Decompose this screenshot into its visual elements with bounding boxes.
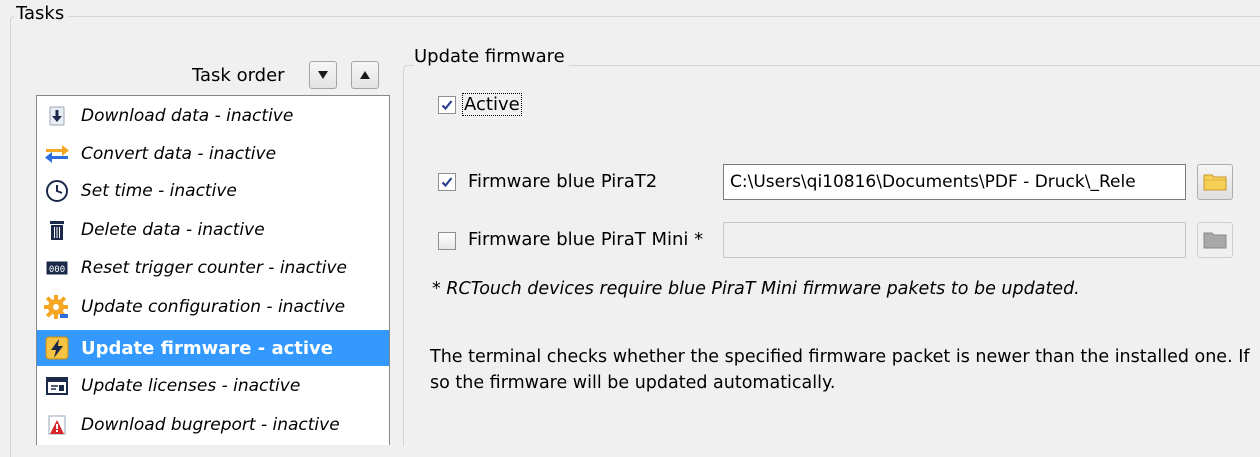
list-item-download-data[interactable]: Download data - inactive bbox=[37, 98, 389, 134]
list-item-delete-data[interactable]: Delete data - inactive bbox=[37, 212, 389, 248]
svg-text:000: 000 bbox=[49, 265, 65, 275]
triangle-up-icon bbox=[360, 71, 370, 79]
folder-icon bbox=[1203, 174, 1227, 191]
list-item-update-firmware[interactable]: Update firmware - active bbox=[37, 330, 389, 366]
firmware-pirat-mini-path-input[interactable] bbox=[723, 222, 1186, 258]
firmware-pirat-mini-label: Firmware blue PiraT Mini * bbox=[468, 229, 704, 250]
trash-icon bbox=[43, 216, 71, 244]
checkmark-icon bbox=[441, 100, 453, 111]
tasks-group-title: Tasks bbox=[14, 3, 69, 24]
move-up-button[interactable] bbox=[351, 61, 379, 89]
browse-pirat2-button[interactable] bbox=[1197, 164, 1233, 200]
move-down-button[interactable] bbox=[309, 61, 337, 89]
list-item-reset-trigger-counter[interactable]: 000 Reset trigger counter - inactive bbox=[37, 250, 389, 286]
rctouch-note: * RCTouch devices require blue PiraT Min… bbox=[432, 279, 1080, 299]
firmware-lightning-icon bbox=[43, 334, 71, 362]
gear-icon bbox=[43, 293, 71, 321]
counter-icon: 000 bbox=[43, 254, 71, 282]
firmware-pirat2-checkbox[interactable] bbox=[438, 173, 456, 191]
list-item-convert-data[interactable]: Convert data - inactive bbox=[37, 136, 389, 172]
list-item-update-licenses[interactable]: Update licenses - inactive bbox=[37, 368, 389, 404]
firmware-pirat-mini-checkbox[interactable] bbox=[438, 232, 456, 250]
folder-icon bbox=[1203, 232, 1227, 249]
update-firmware-title: Update firmware bbox=[414, 46, 569, 67]
convert-arrows-icon bbox=[43, 140, 71, 168]
download-icon bbox=[43, 102, 71, 130]
browse-pirat-mini-button[interactable] bbox=[1197, 222, 1233, 258]
task-list[interactable]: Download data - inactive Convert data - … bbox=[36, 95, 390, 445]
task-order-label: Task order bbox=[192, 65, 285, 86]
license-icon bbox=[43, 372, 71, 400]
triangle-down-icon bbox=[318, 71, 328, 79]
bugreport-icon bbox=[43, 411, 71, 439]
active-checkbox[interactable] bbox=[438, 96, 456, 114]
active-checkbox-label[interactable]: Active bbox=[462, 93, 522, 116]
firmware-pirat2-path-input[interactable] bbox=[723, 164, 1186, 200]
firmware-pirat2-label: Firmware blue PiraT2 bbox=[468, 171, 658, 192]
firmware-description: The terminal checks whether the specifie… bbox=[430, 347, 1250, 393]
list-item-update-configuration[interactable]: Update configuration - inactive bbox=[37, 289, 389, 325]
clock-icon bbox=[43, 177, 71, 205]
list-item-set-time[interactable]: Set time - inactive bbox=[37, 173, 389, 209]
checkmark-icon bbox=[441, 177, 453, 188]
